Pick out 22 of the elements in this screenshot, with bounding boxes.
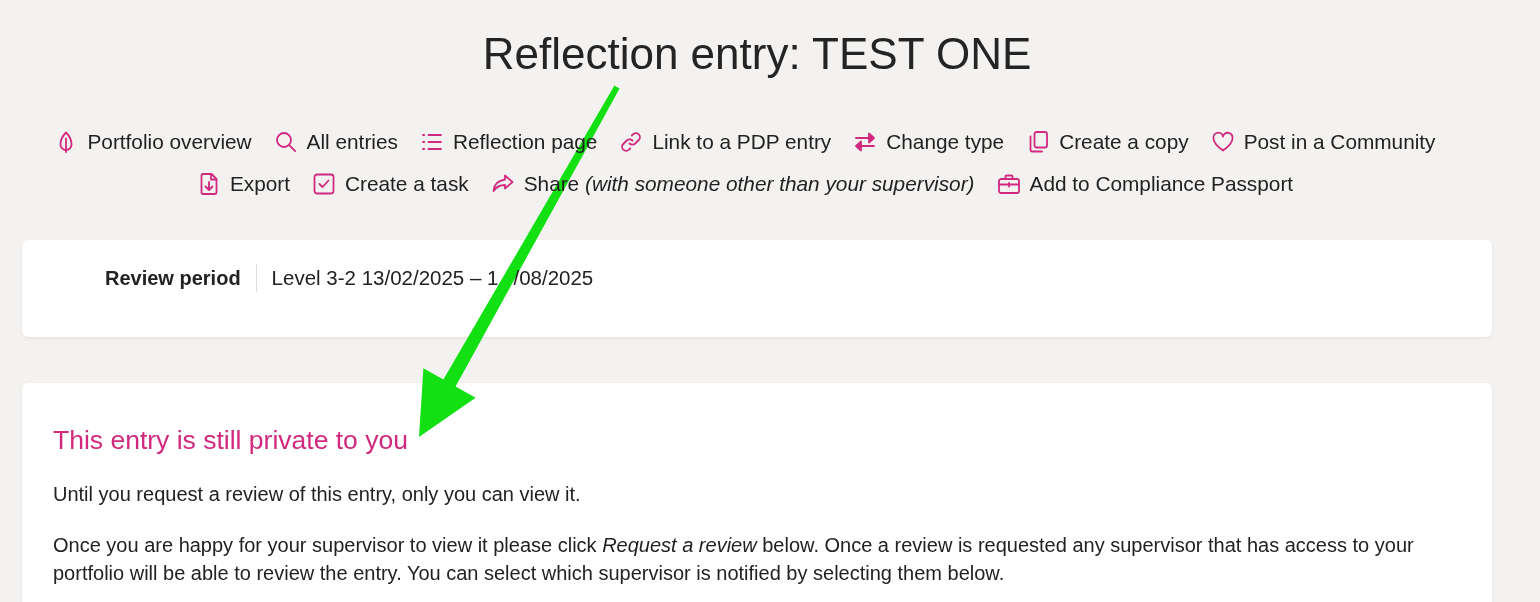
field-value: /08/2025 bbox=[513, 265, 594, 291]
field-label: Review period bbox=[105, 266, 241, 291]
toolbar-link[interactable]: Export bbox=[196, 163, 290, 205]
heart-icon bbox=[1210, 130, 1235, 154]
toolbar-link[interactable]: All entries bbox=[273, 121, 398, 163]
page-title: Reflection entry: TEST ONE bbox=[482, 28, 1032, 80]
field-value: Level 3-2 13/02/2025 – 1 bbox=[271, 265, 499, 291]
checkbox-icon bbox=[312, 172, 336, 196]
paragraph: Until you request a review of this entry, only you can view it. bbox=[53, 482, 582, 507]
link-icon bbox=[619, 130, 644, 154]
toolbar-link[interactable]: Post in a Community bbox=[1210, 121, 1436, 163]
toolbar-link[interactable]: Create a copy bbox=[1026, 121, 1189, 163]
toolbar-link[interactable]: Link to a PDP entry bbox=[619, 121, 832, 163]
paragraph: Once you are happy for your supervisor to view it please click Request a review below. Once a review is requested any supervisor that has access to your portfolio will be able to review the entry. You can select which supervisor is notified by selecting them below. bbox=[53, 533, 1415, 586]
toolbar-link[interactable]: Change type bbox=[853, 121, 1005, 163]
toolbar-link[interactable]: Portfolio overview bbox=[54, 121, 252, 163]
toolbar-link[interactable]: Create a task bbox=[312, 163, 469, 205]
notice-heading: This entry is still private to you bbox=[53, 424, 409, 457]
swap-arrows-icon bbox=[853, 130, 878, 154]
toolbar-link[interactable]: Add to Compliance Passport bbox=[996, 163, 1294, 205]
briefcase-icon bbox=[996, 172, 1021, 196]
search-icon bbox=[273, 130, 298, 154]
